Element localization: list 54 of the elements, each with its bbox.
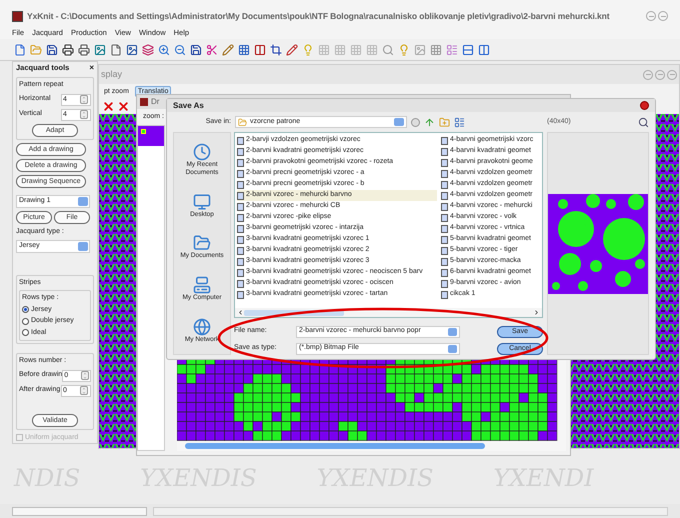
window-title: splay	[101, 68, 122, 81]
close-icon[interactable]	[117, 100, 130, 112]
printer-icon[interactable]	[78, 44, 90, 56]
desktop-icon	[192, 192, 211, 211]
spin-arrows-icon[interactable]	[80, 386, 88, 395]
computer-icon	[192, 276, 211, 294]
scissors-icon[interactable]	[206, 44, 218, 56]
clock-icon	[193, 142, 211, 161]
save-icon[interactable]	[190, 44, 202, 56]
radio-button[interactable]	[22, 318, 29, 325]
window-title: Dr	[151, 96, 160, 108]
list-icon[interactable]	[446, 44, 458, 56]
search-icon[interactable]	[382, 44, 394, 56]
columns-icon[interactable]	[254, 44, 266, 56]
printer-icon[interactable]	[62, 44, 74, 56]
pencil-icon[interactable]	[222, 44, 234, 56]
up-folder-icon[interactable]	[424, 116, 435, 128]
file-icon[interactable]	[14, 44, 26, 56]
folder-icon	[192, 234, 211, 252]
close-button[interactable]: ×	[89, 62, 94, 74]
spin-arrows-icon[interactable]	[81, 371, 90, 380]
spin-arrows-icon[interactable]	[80, 95, 88, 104]
image-icon[interactable]	[126, 44, 138, 56]
spin-arrows-icon[interactable]	[80, 110, 88, 119]
save-icon[interactable]	[46, 44, 58, 56]
layers-icon[interactable]	[142, 44, 154, 56]
horizontal-scrollbar[interactable]	[177, 441, 566, 451]
file-icon[interactable]	[110, 44, 122, 56]
lightbulb-icon[interactable]	[398, 44, 410, 56]
scroll-left-icon[interactable]	[237, 309, 244, 316]
grid-icon[interactable]	[238, 44, 250, 56]
back-button[interactable]	[411, 118, 420, 126]
preview-toggle-icon[interactable]	[638, 116, 649, 128]
crop-icon[interactable]	[270, 44, 282, 56]
dialog-title: Save As	[173, 100, 204, 112]
globe-icon	[193, 318, 211, 336]
pencil-icon[interactable]	[286, 44, 298, 56]
zoom-out-icon[interactable]	[174, 44, 186, 56]
close-button[interactable]	[640, 101, 649, 110]
image-icon[interactable]	[94, 44, 106, 56]
close-icon[interactable]	[102, 100, 115, 112]
scroll-right-icon[interactable]	[533, 309, 540, 316]
folder-icon	[238, 118, 247, 126]
view-menu-icon[interactable]	[454, 116, 465, 128]
rows-icon[interactable]	[462, 44, 474, 56]
grid-icon[interactable]	[430, 44, 442, 56]
radio-button[interactable]	[22, 329, 29, 336]
app-icon	[12, 10, 23, 22]
zoom-in-icon[interactable]	[158, 44, 170, 56]
window-icon	[140, 98, 148, 106]
window-title: YxKnit - C:\Documents and Settings\Administrator\My Documents\pouk\NTF Bologna\racunalnisko oblikovanje pletiv\gradivo\2-barvni mehurcki.knt	[27, 10, 610, 22]
drawing-thumbnail[interactable]	[138, 126, 164, 146]
radio-button[interactable]	[22, 306, 29, 314]
columns-icon[interactable]	[478, 44, 490, 56]
